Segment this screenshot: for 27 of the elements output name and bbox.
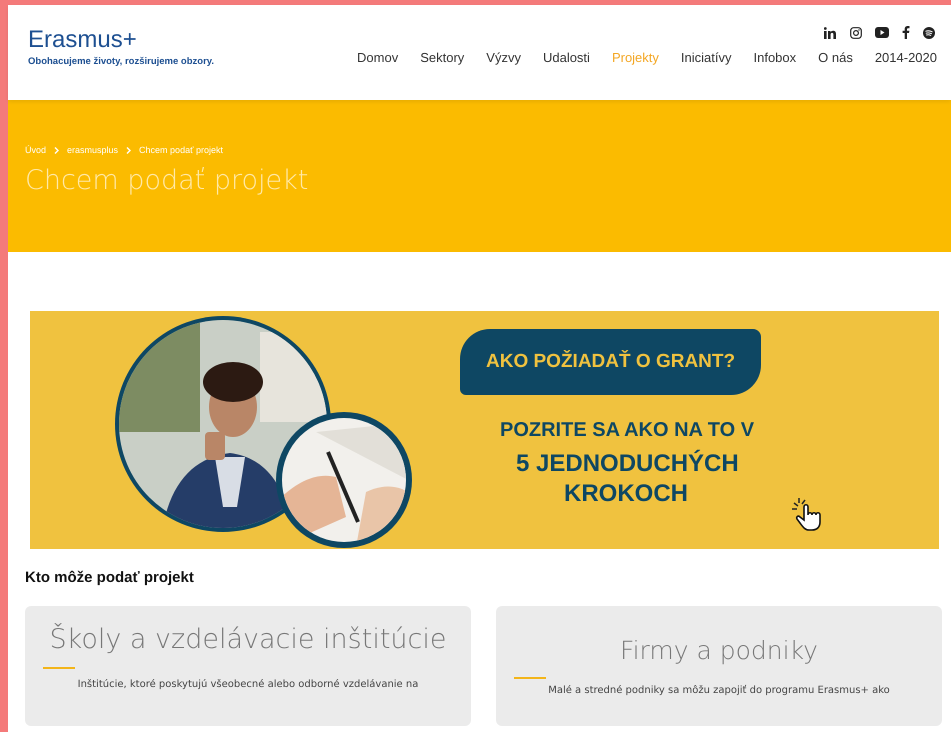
nav-link[interactable]: Udalosti — [532, 50, 601, 65]
brush-stroke-label: AKO POŽIADAŤ O GRANT? — [460, 329, 762, 395]
nav-link[interactable]: Domov — [346, 50, 410, 65]
facebook-icon[interactable] — [902, 26, 910, 39]
linkedin-icon[interactable] — [824, 26, 837, 38]
chevron-icon — [54, 146, 60, 154]
banner-steps-text: 5 JEDNODUCHÝCH — [516, 450, 739, 478]
nav-link[interactable]: 2014-2020 — [864, 50, 937, 65]
site-logo[interactable]: Erasmus+ — [28, 27, 214, 53]
banner-subtitle: POZRITE SA AKO NA TO V — [500, 419, 754, 442]
nav-link[interactable]: Výzvy — [475, 50, 532, 65]
card-description: Malé a stredné podniky sa môžu zapojiť do programu Erasmus+ ako — [548, 685, 890, 696]
banner-steps-text: KROKOCH — [564, 480, 688, 508]
nav-link[interactable]: Iniciatívy — [670, 50, 742, 65]
instagram-icon[interactable] — [850, 26, 862, 38]
nav-link[interactable]: O nás — [807, 50, 864, 65]
card-title: Školy a vzdelávacie inštitúcie — [50, 624, 446, 655]
video-play-icon[interactable] — [875, 27, 889, 38]
nav-link[interactable]: Infobox — [742, 50, 808, 65]
page-title: Chcem podať projekt — [25, 165, 310, 196]
card-title: Firmy a podniky — [620, 636, 818, 665]
site-tagline: Obohacujeme životy, rozširujeme obzory. — [28, 56, 214, 67]
chevron-icon — [126, 146, 132, 154]
card-description: Inštitúcie, ktoré poskytujú všeobecné alebo odborné vzdelávanie na — [78, 679, 418, 690]
spotify-icon[interactable] — [923, 26, 935, 38]
nav-link[interactable]: Sektory — [409, 50, 476, 65]
section-heading: Kto môže podať projekt — [25, 569, 195, 586]
